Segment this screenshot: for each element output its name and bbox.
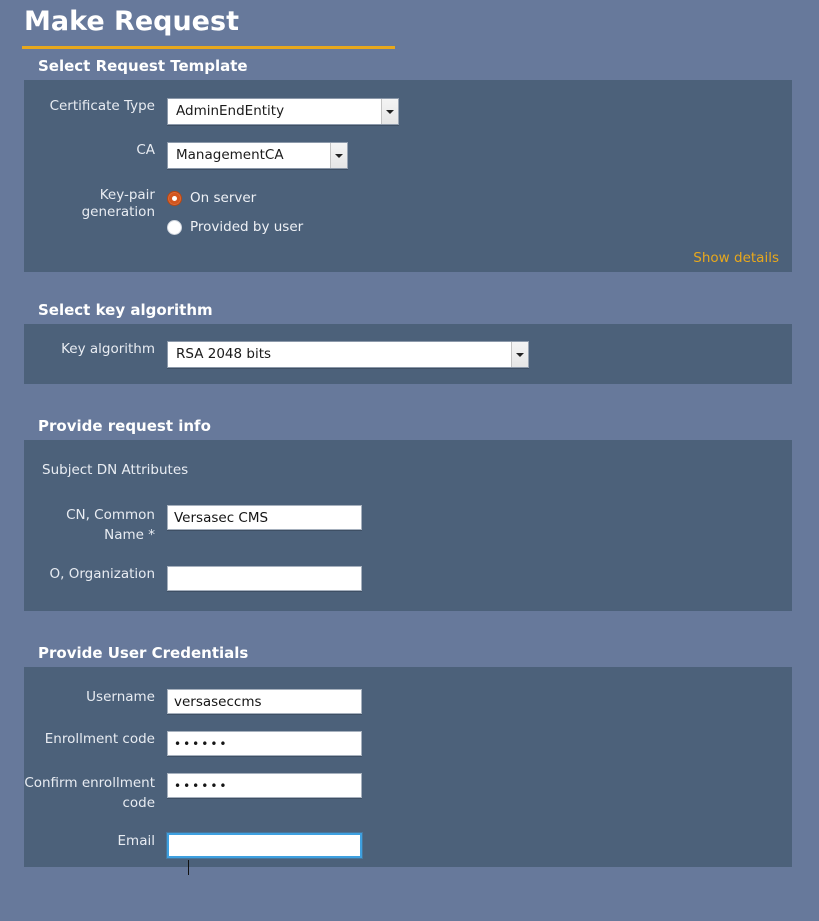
panel-provide-user-credentials: Username Enrollment code Confirm enrollm…	[24, 667, 792, 867]
field-row-enrollment-code: Enrollment code	[24, 731, 792, 756]
panel-select-key-algorithm: Key algorithm RSA 2048 bits	[24, 324, 792, 384]
key-algorithm-value: RSA 2048 bits	[176, 346, 272, 362]
control-keypair-generation: On server Provided by user	[167, 187, 792, 238]
key-algorithm-select[interactable]: RSA 2048 bits	[167, 341, 529, 368]
section-header-key-algorithm: Select key algorithm	[38, 301, 213, 319]
field-row-cn: CN, Common Name *	[24, 505, 792, 545]
section-select-key-algorithm: Select key algorithm Key algorithm RSA 2…	[0, 296, 819, 384]
radio-option-on-server[interactable]: On server	[167, 187, 792, 209]
page-title: Make Request	[24, 6, 239, 37]
control-email	[167, 833, 792, 858]
page-header: Make Request	[0, 0, 819, 52]
control-cn-common-name	[167, 505, 792, 530]
label-certificate-type: Certificate Type	[49, 98, 155, 114]
label-email: Email	[117, 833, 155, 849]
chevron-down-icon[interactable]	[381, 99, 398, 124]
panel-provide-request-info: Subject DN Attributes CN, Common Name * …	[24, 440, 792, 611]
certificate-type-value: AdminEndEntity	[176, 103, 285, 119]
organization-input[interactable]	[167, 566, 362, 591]
cn-common-name-input[interactable]	[167, 505, 362, 530]
field-row-keypair-generation: Key-pair generation On server Provided b…	[24, 187, 792, 238]
section-header-user-credentials: Provide User Credentials	[38, 644, 249, 662]
control-username	[167, 689, 792, 714]
field-row-organization: O, Organization	[24, 566, 792, 591]
radio-on-server-label: On server	[190, 190, 257, 206]
section-header-template: Select Request Template	[38, 57, 248, 75]
section-select-request-template: Select Request Template Certificate Type…	[0, 52, 819, 272]
label-keypair-generation: Key-pair generation	[81, 187, 155, 220]
control-enrollment-code	[167, 731, 792, 756]
label-cn-common-name: CN, Common Name *	[66, 507, 155, 543]
radio-provided-by-user-label: Provided by user	[190, 219, 304, 235]
field-row-confirm-enrollment-code: Confirm enrollment code	[24, 773, 792, 813]
radio-option-provided-by-user[interactable]: Provided by user	[167, 216, 792, 238]
control-certificate-type: AdminEndEntity	[167, 98, 792, 125]
username-input[interactable]	[167, 689, 362, 714]
field-row-key-algorithm: Key algorithm RSA 2048 bits	[24, 341, 792, 368]
title-underline	[22, 46, 395, 49]
enrollment-code-input[interactable]	[167, 731, 362, 756]
email-input[interactable]	[167, 833, 362, 858]
panel-select-request-template: Certificate Type AdminEndEntity CA Manag…	[24, 80, 792, 272]
make-request-page: Make Request Select Request Template Cer…	[0, 0, 819, 921]
field-row-username: Username	[24, 689, 792, 714]
ca-select[interactable]: ManagementCA	[167, 142, 348, 169]
control-ca: ManagementCA	[167, 142, 792, 169]
confirm-enrollment-code-input[interactable]	[167, 773, 362, 798]
control-key-algorithm: RSA 2048 bits	[167, 341, 792, 368]
chevron-down-icon[interactable]	[511, 342, 528, 367]
label-username: Username	[86, 689, 155, 705]
subject-dn-attributes-heading: Subject DN Attributes	[42, 462, 189, 478]
label-confirm-enrollment-code: Confirm enrollment code	[24, 775, 155, 811]
certificate-type-select[interactable]: AdminEndEntity	[167, 98, 399, 125]
radio-on-server-indicator[interactable]	[167, 190, 182, 206]
ca-value: ManagementCA	[176, 147, 284, 163]
field-row-certificate-type: Certificate Type AdminEndEntity	[24, 98, 792, 125]
text-cursor	[188, 860, 189, 875]
chevron-down-icon[interactable]	[330, 143, 347, 168]
control-confirm-enrollment-code	[167, 773, 792, 798]
label-ca: CA	[136, 142, 155, 158]
show-details-link[interactable]: Show details	[693, 250, 779, 266]
field-row-ca: CA ManagementCA	[24, 142, 792, 169]
section-provide-request-info: Provide request info Subject DN Attribut…	[0, 412, 819, 611]
section-header-request-info: Provide request info	[38, 417, 211, 435]
radio-provided-by-user-indicator[interactable]	[167, 219, 182, 235]
label-key-algorithm: Key algorithm	[61, 341, 155, 357]
section-provide-user-credentials: Provide User Credentials Username Enroll…	[0, 639, 819, 867]
label-organization: O, Organization	[49, 566, 155, 582]
label-enrollment-code: Enrollment code	[44, 731, 155, 747]
control-organization	[167, 566, 792, 591]
field-row-email: Email	[24, 833, 792, 858]
